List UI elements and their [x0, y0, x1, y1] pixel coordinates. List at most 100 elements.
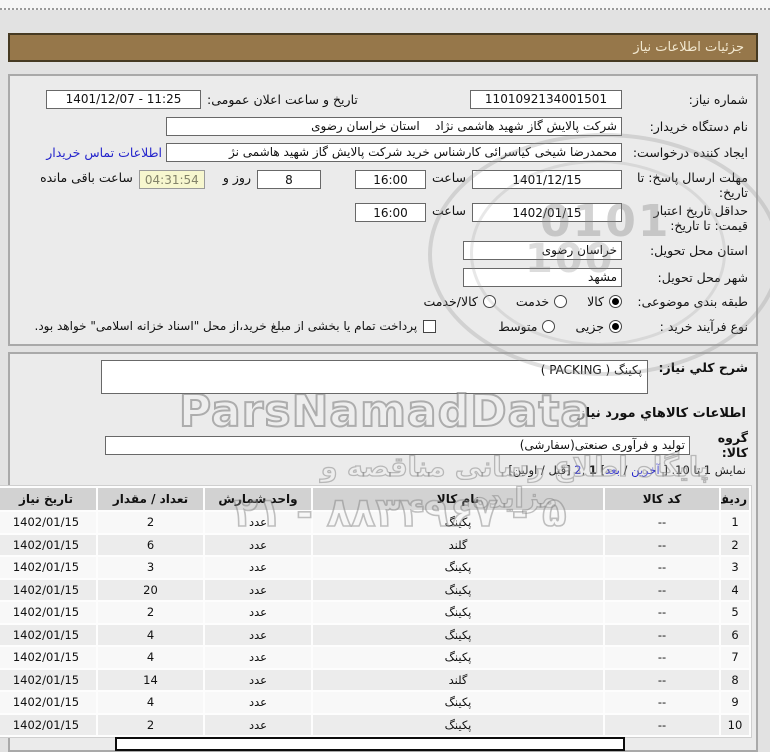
table-cell: -- [605, 647, 719, 668]
table-cell: -- [605, 692, 719, 713]
table-cell: پکینگ [313, 557, 603, 578]
delivery-city-field[interactable]: مشهد [463, 267, 622, 287]
classification-label: طبقه بندی موضوعی: [637, 293, 748, 309]
need-number-row: شماره نیاز: 1101092134001501 تاریخ و ساع… [18, 88, 748, 110]
need-info-panel: شماره نیاز: 1101092134001501 تاریخ و ساع… [8, 74, 758, 346]
bottom-clipped-box [115, 737, 625, 751]
pagination-page-2-link[interactable]: 2 [574, 463, 581, 477]
table-cell: 4 [98, 647, 203, 668]
table-cell: 4 [721, 579, 749, 600]
table-row: 9 -- پکینگ عدد 4 1402/01/15 [0, 692, 749, 713]
table-cell: 20 [98, 579, 203, 600]
price-validity-row: حداقل تاریخ اعتبار قیمت: تا تاریخ: 1402/… [18, 203, 748, 237]
radio-option: متوسط [498, 318, 556, 334]
table-cell: عدد [205, 557, 311, 578]
table-cell: 4 [98, 624, 203, 645]
table-cell: 2 [98, 602, 203, 623]
radio-button[interactable] [542, 319, 556, 333]
delivery-province-label: استان محل تحویل: [649, 242, 748, 258]
radio-button[interactable] [609, 319, 622, 333]
need-number-field[interactable]: 1101092134001501 [470, 89, 622, 109]
table-cell: 1402/01/15 [0, 602, 96, 623]
table-cell: عدد [205, 624, 311, 645]
radio-option-label: خدمت [515, 293, 550, 309]
remaining-days-field[interactable]: 8 [256, 170, 321, 189]
table-cell: 2 [98, 714, 203, 735]
process-type-options: جزیی متوسط [478, 319, 622, 334]
table-row: 1 -- پکینگ عدد 2 1402/01/15 [0, 512, 749, 533]
pagination-separator: / [619, 463, 632, 477]
table-cell: 6 [721, 624, 749, 645]
radio-button[interactable] [554, 294, 568, 308]
page-title-bar: جزئیات اطلاعات نیاز [8, 33, 758, 62]
table-row: 10 -- پکینگ عدد 2 1402/01/15 [0, 714, 749, 735]
table-row: 8 -- گلند عدد 14 1402/01/15 [0, 669, 749, 690]
table-cell: گلند [313, 669, 603, 690]
table-cell: 10 [721, 714, 749, 735]
validity-time-field[interactable]: 16:00 [354, 203, 426, 222]
pagination-current-page: 1 [588, 463, 597, 477]
process-type-row: نوع فرآیند خرید : جزیی متوسط پرداخت تمام … [18, 315, 749, 337]
table-row: 5 -- پکینگ عدد 2 1402/01/15 [0, 602, 749, 623]
classification-options: کالا خدمت کالا/خدمت [403, 294, 622, 309]
buyer-name-label: نام دستگاه خریدار: [649, 118, 748, 134]
table-cell: پکینگ [313, 624, 603, 645]
table-cell: -- [605, 624, 719, 645]
pagination: نمایش 1 تا 10. [ آخرین / بعد] 1 ,2 [قبل … [508, 463, 746, 477]
page-title: جزئیات اطلاعات نیاز [633, 40, 744, 55]
request-creator-field[interactable]: محمدرضا شیخی کیاسرائی کارشناس خرید شرکت … [166, 142, 622, 162]
pagination-next-link[interactable]: بعد [605, 463, 620, 477]
table-cell: 1402/01/15 [0, 534, 96, 555]
table-cell: عدد [205, 512, 311, 533]
request-creator-row: ایجاد کننده درخواست: محمدرضا شیخی کیاسرا… [18, 141, 748, 163]
delivery-province-field[interactable]: خراسان رضوی [463, 240, 622, 260]
column-header: واحد شمارش [205, 488, 311, 510]
column-header: کد کالا [605, 488, 719, 510]
table-cell: -- [605, 669, 719, 690]
table-row: 3 -- پکینگ عدد 3 1402/01/15 [0, 557, 749, 578]
table-cell: عدد [205, 602, 311, 623]
validity-date-field[interactable]: 1402/01/15 [472, 203, 622, 222]
goods-group-label: گروه کالا: [717, 430, 748, 460]
table-cell: عدد [205, 692, 311, 713]
table-cell: 1402/01/15 [0, 624, 96, 645]
page: { "header": { "title": "جزئیات اطلاعات ن… [0, 0, 770, 752]
pagination-bracket: ] [596, 463, 606, 477]
goods-table-head-row: ردیف کد کالا نام کالا واحد شمارش تعداد / مقد… [0, 488, 749, 510]
table-cell: عدد [205, 714, 311, 735]
radio-button[interactable] [609, 294, 622, 308]
goods-group-row: گروه کالا: تولید و فرآوری صنعتی(سفارشی) [18, 430, 748, 460]
table-cell: 3 [98, 557, 203, 578]
goods-group-field[interactable]: تولید و فرآوری صنعتی(سفارشی) [105, 435, 690, 455]
table-cell: پکینگ [313, 692, 603, 713]
radio-option: کالا [587, 294, 622, 309]
pagination-last-link[interactable]: آخرین [631, 463, 660, 477]
table-cell: 3 [721, 557, 749, 578]
deadline-date-field[interactable]: 1401/12/15 [472, 170, 622, 189]
table-cell: پکینگ [313, 647, 603, 668]
buyer-name-field[interactable]: شرکت پالایش گاز شهید هاشمی نژاد استان خر… [166, 116, 622, 136]
deadline-time-field[interactable]: 16:00 [354, 170, 426, 189]
delivery-province-row: استان محل تحویل: خراسان رضوی [18, 239, 748, 261]
announce-datetime-field[interactable]: 1401/12/07 - 11:25 [46, 89, 201, 109]
radio-option-label: متوسط [498, 318, 538, 334]
response-deadline-row: مهلت ارسال پاسخ: تا تاریخ: 1401/12/15 سا… [18, 170, 748, 204]
radio-button[interactable] [482, 294, 496, 308]
goods-details-panel: شرح کلي نیاز: پکینگ ( PACKING ) اطلاعات … [0, 352, 758, 752]
radio-option: خدمت [515, 293, 568, 309]
table-cell: 9 [721, 692, 749, 713]
table-cell: -- [605, 602, 719, 623]
need-number-label: شماره نیاز: [688, 91, 748, 107]
buyer-contact-link[interactable]: اطلاعات تماس خریدار [46, 145, 162, 160]
radio-option-label: جزیی [575, 318, 604, 334]
treasury-checkbox[interactable] [423, 319, 437, 333]
table-row: 7 -- پکینگ عدد 4 1402/01/15 [0, 647, 749, 668]
need-description-row: شرح کلي نیاز: پکینگ ( PACKING ) [18, 360, 748, 394]
radio-option-label: کالا/خدمت [423, 293, 478, 309]
radio-option: جزیی [575, 319, 622, 334]
radio-option: کالا/خدمت [423, 293, 496, 309]
table-row: 6 -- پکینگ عدد 4 1402/01/15 [0, 624, 749, 645]
table-cell: پکینگ [313, 512, 603, 533]
need-description-field[interactable]: پکینگ ( PACKING ) [101, 360, 648, 394]
table-cell: 1402/01/15 [0, 579, 96, 600]
